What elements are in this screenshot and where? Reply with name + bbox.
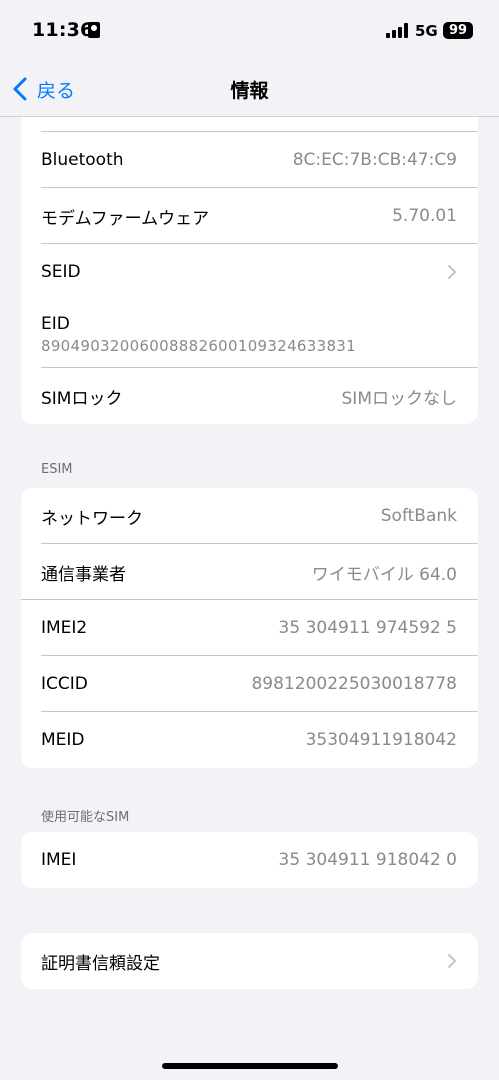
carrier-value: ワイモバイル 64.0 bbox=[311, 564, 457, 585]
modem-firmware-value: 5.70.01 bbox=[392, 206, 457, 226]
eid-label: EID bbox=[41, 313, 70, 334]
page-title: 情報 bbox=[230, 80, 269, 102]
simlock-value: SIMロックなし bbox=[341, 388, 457, 409]
navigation-bar: 戻る 情報 bbox=[0, 62, 499, 117]
imei-label: IMEI bbox=[41, 850, 77, 870]
meid-value: 35304911918042 bbox=[305, 730, 457, 750]
meid-row[interactable]: MEID 35304911918042 bbox=[21, 712, 478, 768]
signal-icon bbox=[386, 22, 410, 38]
iccid-row[interactable]: ICCID 8981200225030018778 bbox=[21, 656, 478, 712]
eid-value: 89049032006008882600109324633831 bbox=[41, 336, 356, 355]
imei2-row[interactable]: IMEI2 35 304911 974592 5 bbox=[21, 600, 478, 656]
carrier-label: 通信事業者 bbox=[41, 564, 126, 585]
seid-label: SEID bbox=[41, 262, 81, 282]
chevron-right-icon bbox=[448, 954, 456, 968]
home-indicator[interactable] bbox=[162, 1063, 338, 1069]
network-type: 5G bbox=[415, 22, 438, 40]
bluetooth-value: 8C:EC:7B:CB:47:C9 bbox=[292, 150, 457, 170]
battery-icon: 99 bbox=[443, 22, 473, 39]
eid-row[interactable]: EID 89049032006008882600109324633831 bbox=[21, 300, 478, 368]
available-sim-group: IMEI 35 304911 918042 0 bbox=[21, 832, 478, 888]
status-time: 11:36 bbox=[32, 19, 94, 41]
network-row[interactable]: ネットワーク SoftBank bbox=[21, 488, 478, 544]
iccid-value: 8981200225030018778 bbox=[251, 674, 457, 694]
bluetooth-row[interactable]: Bluetooth 8C:EC:7B:CB:47:C9 bbox=[21, 132, 478, 188]
list-row-hidden bbox=[21, 117, 478, 132]
certificate-trust-settings-label: 証明書信頼設定 bbox=[41, 953, 160, 974]
certificate-trust-settings-row[interactable]: 証明書信頼設定 bbox=[21, 933, 478, 989]
chevron-right-icon bbox=[448, 265, 456, 279]
meid-label: MEID bbox=[41, 730, 85, 750]
esim-section-header: ESIM bbox=[41, 462, 73, 477]
certificate-group: 証明書信頼設定 bbox=[21, 933, 478, 989]
network-value: SoftBank bbox=[380, 506, 457, 526]
seid-row[interactable]: SEID bbox=[21, 244, 478, 300]
simlock-row[interactable]: SIMロック SIMロックなし bbox=[21, 368, 478, 424]
imei2-value: 35 304911 974592 5 bbox=[278, 618, 457, 638]
modem-firmware-label: モデムファームウェア bbox=[41, 208, 210, 229]
imei2-label: IMEI2 bbox=[41, 618, 88, 638]
modem-firmware-row[interactable]: モデムファームウェア 5.70.01 bbox=[21, 188, 478, 244]
iccid-label: ICCID bbox=[41, 674, 88, 694]
carrier-row[interactable]: 通信事業者 ワイモバイル 64.0 bbox=[21, 544, 478, 600]
bluetooth-label: Bluetooth bbox=[41, 150, 124, 170]
available-sim-section-header: 使用可能なSIM bbox=[41, 810, 130, 825]
imei-value: 35 304911 918042 0 bbox=[278, 850, 457, 870]
device-info-group: Bluetooth 8C:EC:7B:CB:47:C9 モデムファームウェア 5… bbox=[21, 117, 478, 424]
id-card-icon bbox=[88, 22, 100, 38]
imei-row[interactable]: IMEI 35 304911 918042 0 bbox=[21, 832, 478, 888]
network-label: ネットワーク bbox=[41, 508, 143, 529]
esim-group: ネットワーク SoftBank 通信事業者 ワイモバイル 64.0 IMEI2 … bbox=[21, 488, 478, 768]
status-bar: 11:36 5G 99 bbox=[0, 0, 499, 62]
simlock-label: SIMロック bbox=[41, 388, 123, 409]
